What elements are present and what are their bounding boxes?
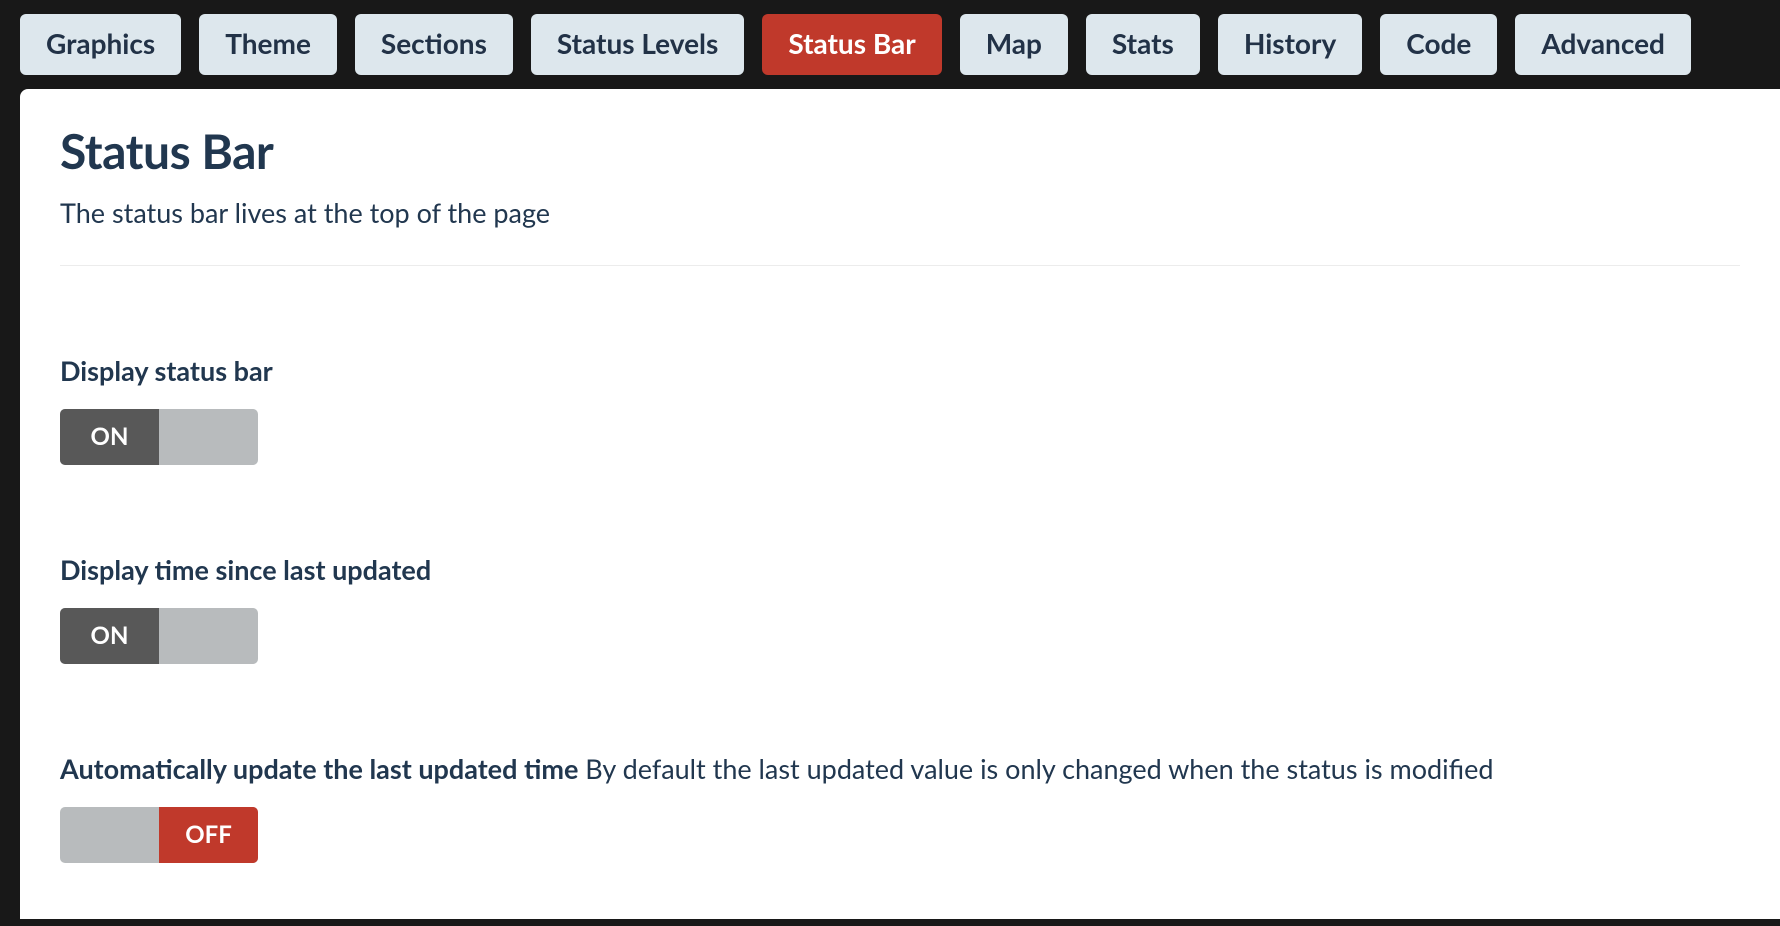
page-subtitle: The status bar lives at the top of the p… <box>60 196 1740 229</box>
toggle-on-side: ON <box>60 608 159 664</box>
tab-sections[interactable]: Sections <box>355 14 513 75</box>
tab-advanced[interactable]: Advanced <box>1515 14 1691 75</box>
setting-label-text: Display time since last updated <box>60 553 431 586</box>
setting-display-status-bar: Display status bar ON OFF <box>60 354 1740 465</box>
setting-label: Display time since last updated <box>60 553 1740 586</box>
toggle-on-side: ON <box>60 409 159 465</box>
setting-label-text: Display status bar <box>60 354 273 387</box>
toggle-on-side: ON <box>60 807 159 863</box>
tab-graphics[interactable]: Graphics <box>20 14 181 75</box>
page-title: Status Bar <box>60 123 1740 180</box>
tab-status-bar[interactable]: Status Bar <box>762 14 941 75</box>
setting-auto-update-last-updated: Automatically update the last updated ti… <box>60 752 1740 863</box>
setting-label: Display status bar <box>60 354 1740 387</box>
setting-display-time-since-updated: Display time since last updated ON OFF <box>60 553 1740 664</box>
toggle-off-side: OFF <box>159 608 258 664</box>
setting-label: Automatically update the last updated ti… <box>60 752 1740 785</box>
toggle-off-side: OFF <box>159 409 258 465</box>
tab-bar: Graphics Theme Sections Status Levels St… <box>0 14 1780 75</box>
setting-hint-text: By default the last updated value is onl… <box>585 752 1493 785</box>
settings-panel: Status Bar The status bar lives at the t… <box>20 89 1780 919</box>
tab-stats[interactable]: Stats <box>1086 14 1200 75</box>
tab-status-levels[interactable]: Status Levels <box>531 14 744 75</box>
tab-history[interactable]: History <box>1218 14 1362 75</box>
app-frame: Graphics Theme Sections Status Levels St… <box>0 0 1780 926</box>
tab-theme[interactable]: Theme <box>199 14 337 75</box>
tab-map[interactable]: Map <box>960 14 1068 75</box>
toggle-display-time-since-updated[interactable]: ON OFF <box>60 608 258 664</box>
toggle-off-side: OFF <box>159 807 258 863</box>
divider <box>60 265 1740 266</box>
tab-code[interactable]: Code <box>1380 14 1497 75</box>
toggle-display-status-bar[interactable]: ON OFF <box>60 409 258 465</box>
toggle-auto-update-last-updated[interactable]: ON OFF <box>60 807 258 863</box>
setting-label-text: Automatically update the last updated ti… <box>60 752 578 785</box>
